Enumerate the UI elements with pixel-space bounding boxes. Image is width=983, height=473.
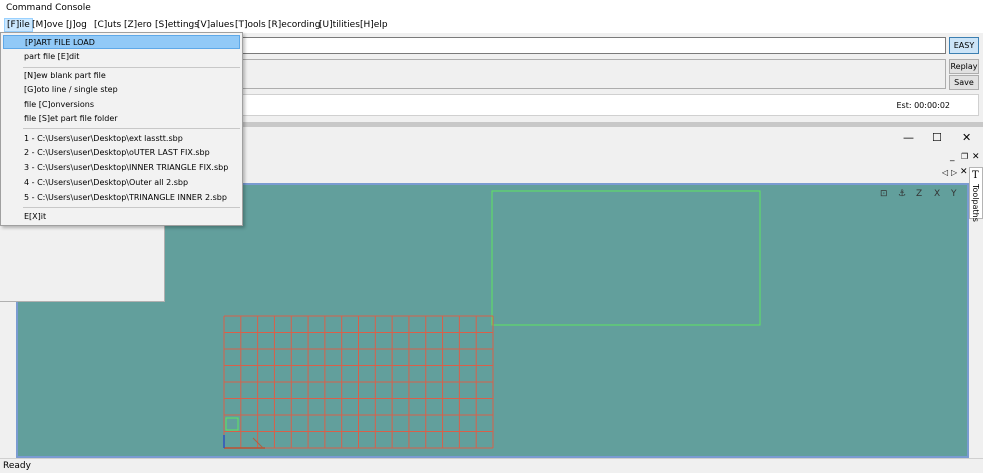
x-axis-icon[interactable]: X	[934, 189, 940, 199]
menu-item-set-folder[interactable]: file [S]et part file folder	[3, 112, 240, 126]
menu-item-part-file-load[interactable]: [P]ART FILE LOAD	[3, 35, 240, 49]
material-boundary	[491, 190, 761, 326]
close-icon[interactable]: ✕	[962, 131, 971, 144]
inner-restore-icon[interactable]: ❐	[961, 152, 968, 161]
estimated-time: Est: 00:00:02	[896, 101, 950, 110]
menu-item-recent-3[interactable]: 3 - C:\Users\user\Desktop\INNER TRIANGLE…	[3, 161, 240, 175]
menu-settings[interactable]: [S]ettings	[153, 19, 201, 31]
menu-item-recent-5[interactable]: 5 - C:\Users\user\Desktop\TRINANGLE INNE…	[3, 191, 240, 205]
file-menu-dropdown: [P]ART FILE LOAD part file [E]dit [N]ew …	[0, 32, 243, 226]
tab-next-icon[interactable]: ▷	[951, 168, 957, 177]
tool-marker	[225, 417, 239, 431]
tab-close-icon[interactable]: ✕	[960, 167, 968, 177]
menu-help[interactable]: [H]elp	[358, 19, 390, 31]
menu-item-new-blank[interactable]: [N]ew blank part file	[3, 69, 240, 83]
inner-minimize-icon[interactable]: _	[950, 152, 955, 162]
save-button[interactable]: Save	[949, 75, 979, 90]
menu-separator	[23, 67, 240, 68]
zoom-extents-icon[interactable]: ⊡	[880, 189, 888, 199]
status-panel: Est: 00:00:02	[240, 94, 979, 116]
status-bar: Ready	[0, 458, 983, 473]
tab-prev-icon[interactable]: ◁	[942, 168, 948, 177]
replay-button[interactable]: Replay	[949, 59, 979, 74]
easy-button[interactable]: EASY	[949, 37, 979, 54]
menu-item-recent-2[interactable]: 2 - C:\Users\user\Desktop\oUTER LAST FIX…	[3, 146, 240, 160]
left-panel	[0, 225, 165, 302]
z-axis-icon[interactable]: Z	[916, 189, 922, 199]
window-title: Command Console	[6, 3, 91, 13]
menu-item-goto-line[interactable]: [G]oto line / single step	[3, 83, 240, 97]
title-bar: Command Console	[0, 0, 983, 17]
menu-item-recent-4[interactable]: 4 - C:\Users\user\Desktop\Outer all 2.sb…	[3, 176, 240, 190]
y-axis-icon[interactable]: Y	[951, 189, 957, 199]
menu-bar: [F]ile [M]ove [J]og [C]uts [Z]ero [S]ett…	[0, 17, 983, 33]
menu-move[interactable]: [M]ove	[30, 19, 65, 31]
maximize-icon[interactable]: ☐	[932, 131, 942, 144]
anchor-icon[interactable]: ⚓	[898, 189, 906, 199]
menu-zero[interactable]: [Z]ero	[122, 19, 154, 31]
menu-file[interactable]: [F]ile	[4, 18, 33, 32]
toolpaths-tab-label: Toolpaths	[971, 184, 980, 222]
command-history[interactable]	[240, 59, 946, 89]
menu-separator	[23, 207, 240, 208]
menu-separator	[23, 128, 240, 129]
toolpaths-tab[interactable]: T Toolpaths	[969, 167, 983, 222]
menu-values[interactable]: [V]alues	[195, 19, 236, 31]
menu-item-exit[interactable]: E[X]it	[3, 210, 240, 224]
menu-item-part-file-edit[interactable]: part file [E]dit	[3, 50, 240, 64]
menu-cuts[interactable]: [C]uts	[92, 19, 123, 31]
status-text: Ready	[3, 461, 31, 471]
inner-close-icon[interactable]: ✕	[972, 152, 980, 162]
menu-utilities[interactable]: [U]tilities	[317, 19, 362, 31]
menu-item-recent-1[interactable]: 1 - C:\Users\user\Desktop\ext lasstt.sbp	[3, 132, 240, 146]
menu-tools[interactable]: [T]ools	[233, 19, 268, 31]
menu-jog[interactable]: [J]og	[64, 19, 89, 31]
command-input[interactable]	[240, 37, 946, 54]
minimize-icon[interactable]: —	[903, 131, 914, 144]
menu-item-conversions[interactable]: file [C]onversions	[3, 98, 240, 112]
app-window: Command Console [F]ile [M]ove [J]og [C]u…	[0, 0, 983, 473]
menu-recording[interactable]: [R]ecording	[266, 19, 322, 31]
text-icon: T	[972, 170, 979, 181]
